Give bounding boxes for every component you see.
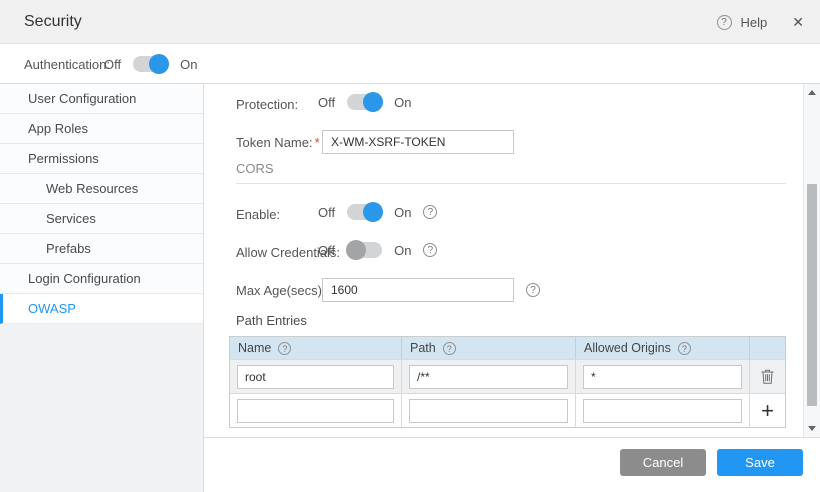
column-header-actions	[750, 337, 785, 359]
enable-toggle[interactable]	[347, 204, 382, 220]
off-label: Off	[318, 205, 335, 220]
row-path-input[interactable]	[409, 365, 568, 389]
vertical-scrollbar[interactable]	[803, 84, 820, 437]
allow-credentials-help-icon[interactable]: ?	[423, 243, 437, 257]
scrollbar-thumb[interactable]	[807, 184, 817, 406]
new-name-input[interactable]	[237, 399, 394, 423]
plus-icon: +	[761, 401, 774, 421]
column-label: Allowed Origins	[584, 341, 671, 355]
max-age-input[interactable]	[322, 278, 514, 302]
sidebar-item-permissions[interactable]: Permissions	[0, 144, 203, 174]
authentication-label: Authentication:	[24, 57, 110, 72]
row-name-input[interactable]	[237, 365, 394, 389]
on-label: On	[180, 57, 197, 72]
allow-credentials-toggle[interactable]	[347, 242, 382, 258]
scroll-down-arrow-icon[interactable]	[808, 426, 816, 431]
save-button[interactable]: Save	[717, 449, 803, 476]
allowed-origins-help-icon[interactable]: ?	[678, 342, 691, 355]
on-label: On	[394, 243, 411, 258]
max-age-help-icon[interactable]: ?	[526, 283, 540, 297]
toggle-knob	[363, 92, 383, 112]
security-dialog: Security ? Help ✕ Authentication: Off On…	[0, 0, 820, 492]
sidebar-item-prefabs[interactable]: Prefabs	[0, 234, 203, 264]
sidebar-item-app-roles[interactable]: App Roles	[0, 114, 203, 144]
off-label: Off	[318, 95, 335, 110]
on-label: On	[394, 205, 411, 220]
allowed-origins-cell	[576, 360, 750, 393]
column-label: Path	[410, 341, 436, 355]
name-cell	[230, 360, 402, 393]
allowed-origins-cell	[576, 394, 750, 427]
trash-icon	[761, 369, 774, 384]
name-cell	[230, 394, 402, 427]
sidebar-item-user-configuration[interactable]: User Configuration	[0, 84, 203, 114]
protection-label: Protection:	[236, 97, 298, 112]
enable-toggle-group: Off On ?	[318, 204, 437, 220]
dialog-header: Security ? Help ✕	[0, 0, 820, 44]
sidebar-item-services[interactable]: Services	[0, 204, 203, 234]
token-name-label: Token Name:*	[236, 135, 320, 150]
table-row	[230, 359, 785, 393]
column-label: Name	[238, 341, 271, 355]
on-label: On	[394, 95, 411, 110]
sidebar-item-owasp[interactable]: OWASP	[0, 294, 203, 324]
dialog-footer: Cancel Save	[204, 437, 820, 492]
owasp-settings-panel: Protection: Off On Token Name:* CORS Ena…	[204, 84, 803, 437]
allow-credentials-toggle-group: Off On ?	[318, 242, 437, 258]
help-icon[interactable]: ?	[717, 15, 732, 30]
off-label: Off	[318, 243, 335, 258]
column-header-allowed-origins: Allowed Origins ?	[576, 337, 750, 359]
section-divider	[236, 183, 786, 184]
name-help-icon[interactable]: ?	[278, 342, 291, 355]
column-header-path: Path ?	[402, 337, 576, 359]
scroll-up-arrow-icon[interactable]	[808, 90, 816, 95]
off-label: Off	[104, 57, 121, 72]
sidebar: User Configuration App Roles Permissions…	[0, 84, 204, 492]
page-title: Security	[24, 13, 82, 31]
header-actions: ? Help ✕	[717, 0, 804, 44]
path-cell	[402, 394, 576, 427]
authentication-toggle-group: Off On	[104, 44, 197, 84]
enable-label: Enable:	[236, 207, 280, 222]
column-header-name: Name ?	[230, 337, 402, 359]
path-cell	[402, 360, 576, 393]
authentication-bar: Authentication: Off On	[0, 44, 820, 84]
authentication-toggle[interactable]	[133, 56, 168, 72]
row-allowed-origins-input[interactable]	[583, 365, 742, 389]
toggle-knob	[346, 240, 366, 260]
sidebar-item-login-configuration[interactable]: Login Configuration	[0, 264, 203, 294]
toggle-knob	[149, 54, 169, 74]
required-marker: *	[315, 135, 320, 150]
cancel-button[interactable]: Cancel	[620, 449, 706, 476]
help-link[interactable]: Help	[741, 15, 768, 30]
token-name-input[interactable]	[322, 130, 514, 154]
sidebar-item-web-resources[interactable]: Web Resources	[0, 174, 203, 204]
close-icon[interactable]: ✕	[792, 14, 804, 31]
protection-toggle[interactable]	[347, 94, 382, 110]
path-help-icon[interactable]: ?	[443, 342, 456, 355]
table-header-row: Name ? Path ? Allowed Origins ?	[230, 337, 785, 359]
enable-help-icon[interactable]: ?	[423, 205, 437, 219]
cors-section-title: CORS	[236, 161, 274, 176]
table-new-row: +	[230, 393, 785, 427]
max-age-label: Max Age(secs):*	[236, 283, 333, 298]
path-entries-table: Name ? Path ? Allowed Origins ?	[229, 336, 786, 428]
new-allowed-origins-input[interactable]	[583, 399, 742, 423]
new-path-input[interactable]	[409, 399, 568, 423]
add-row-button[interactable]: +	[750, 394, 785, 427]
path-entries-title: Path Entries	[236, 313, 307, 328]
protection-toggle-group: Off On	[318, 94, 411, 110]
toggle-knob	[363, 202, 383, 222]
delete-row-button[interactable]	[750, 360, 785, 393]
